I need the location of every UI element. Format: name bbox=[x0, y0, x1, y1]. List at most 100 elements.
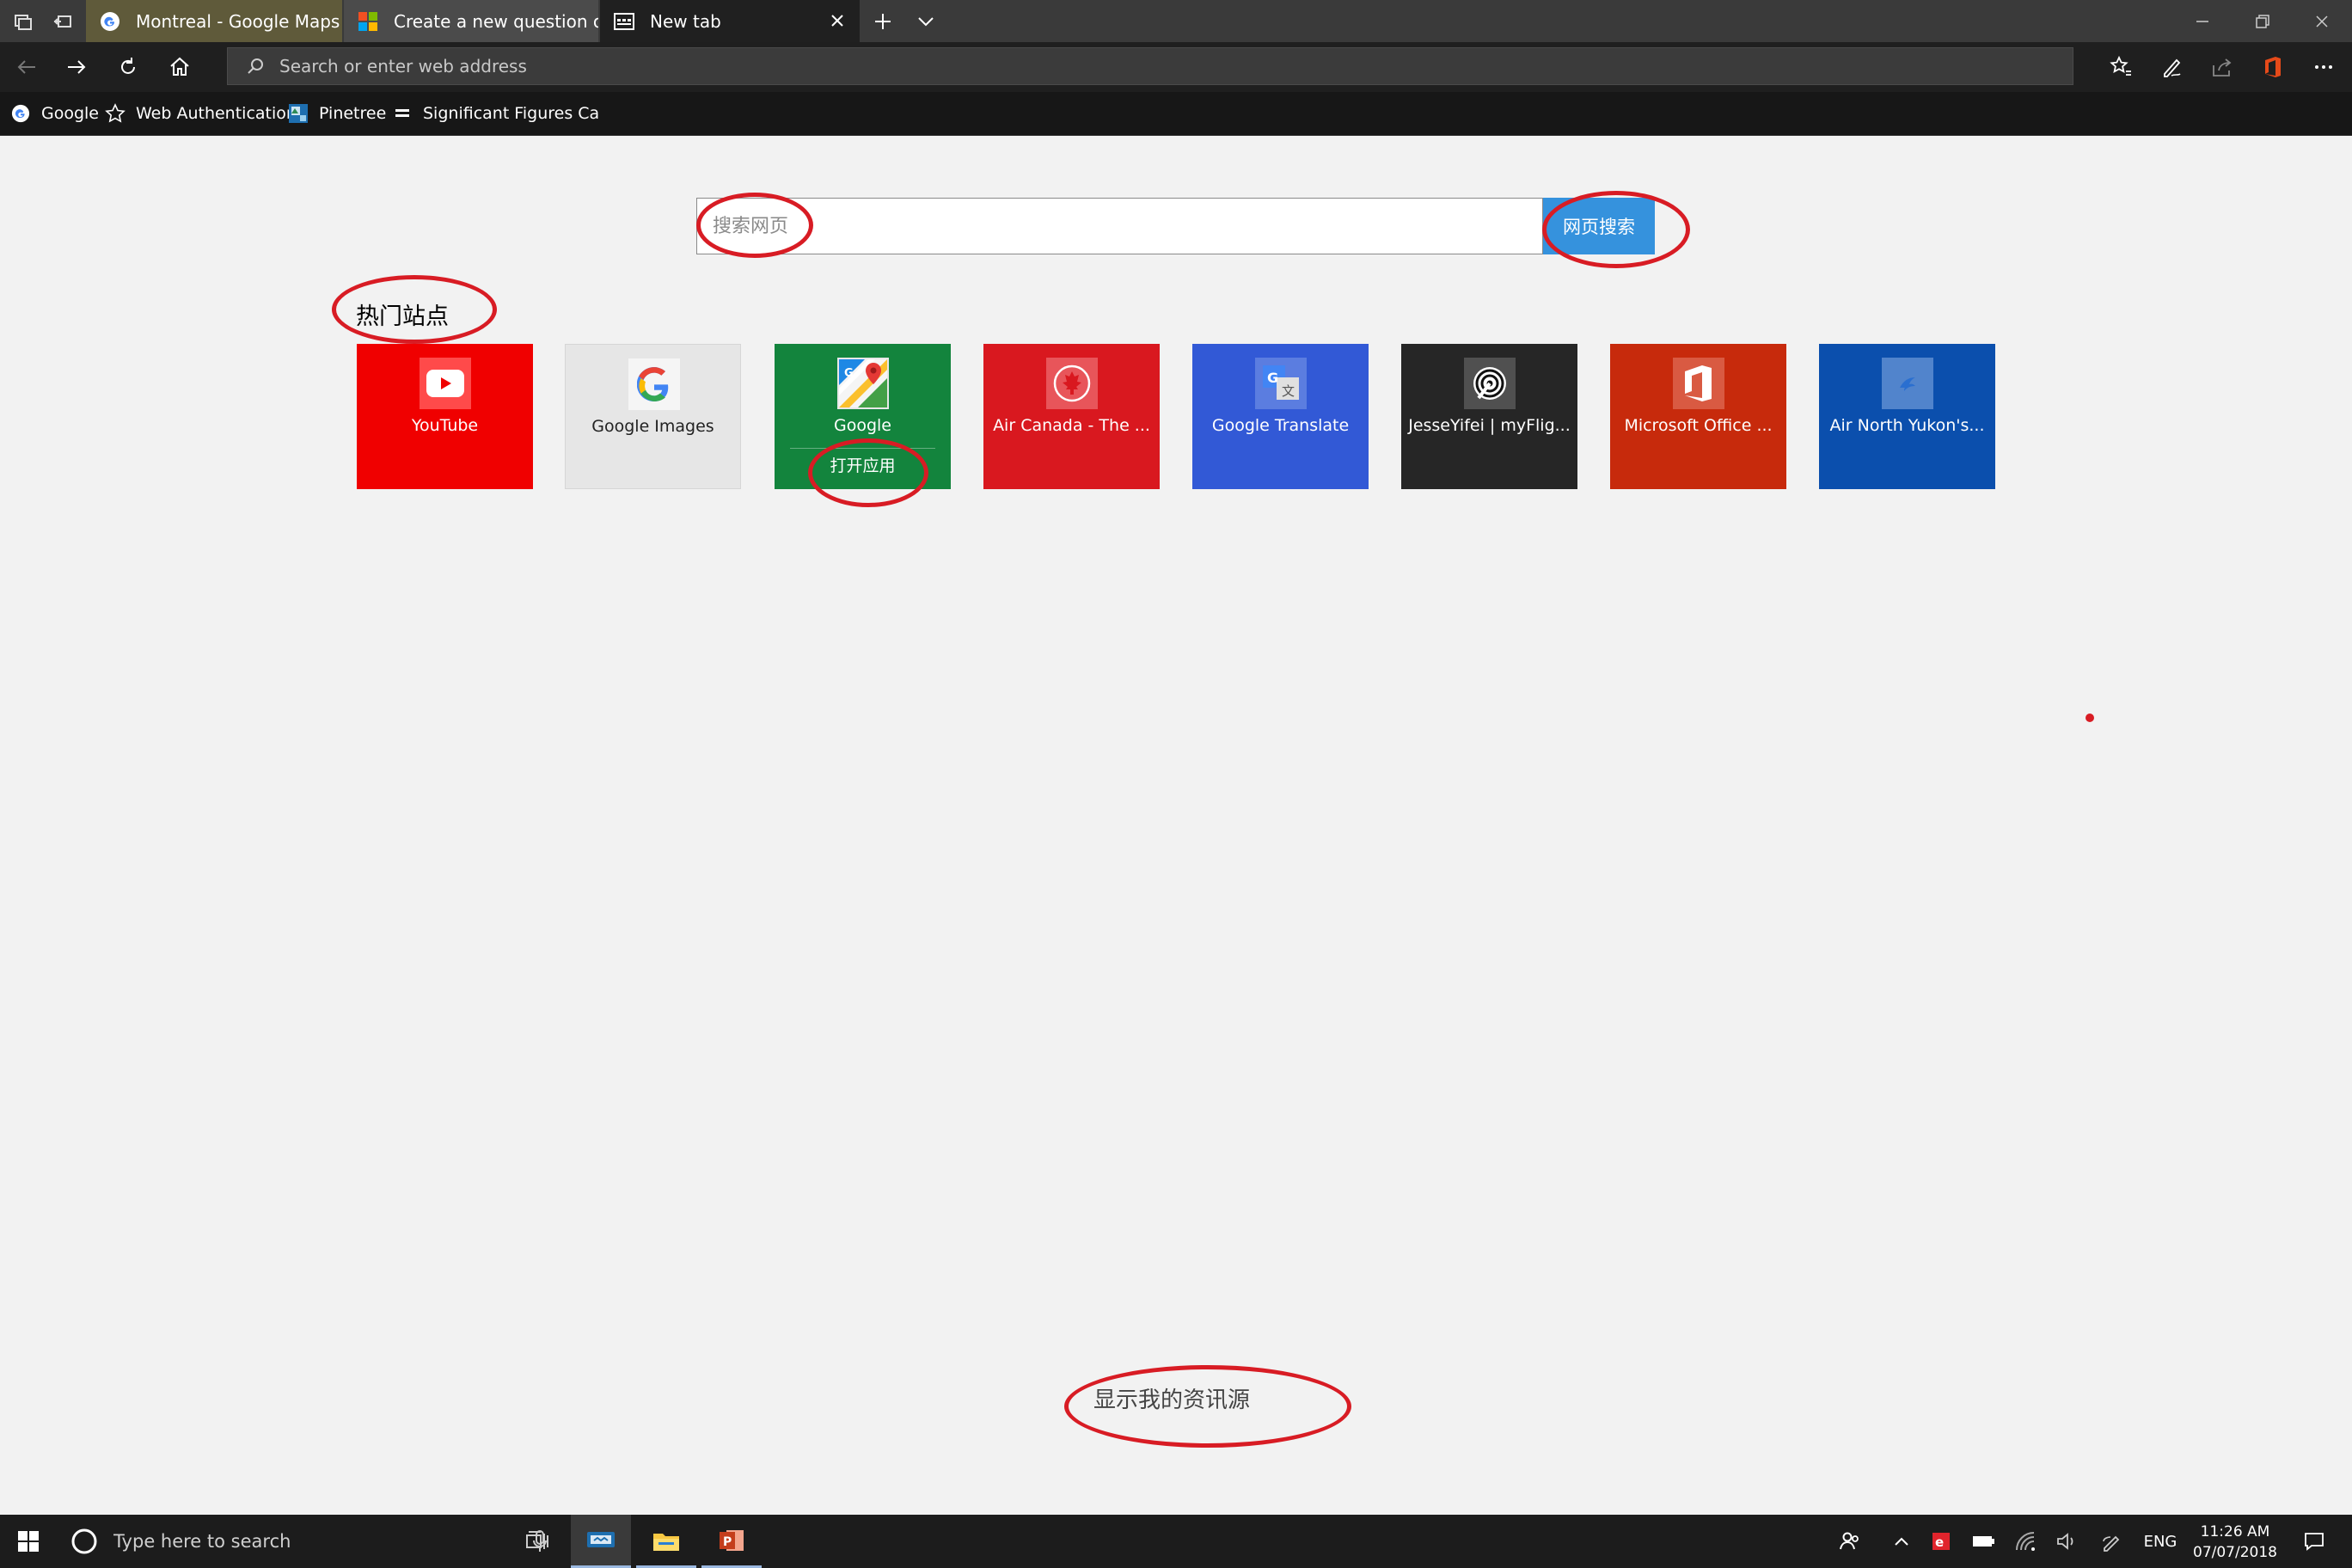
svg-text:文: 文 bbox=[1282, 383, 1295, 399]
office-extension-button[interactable] bbox=[2248, 42, 2298, 92]
annotation-circle-search-button bbox=[1542, 191, 1690, 268]
restore-button[interactable] bbox=[2233, 0, 2293, 42]
action-center-button[interactable] bbox=[2290, 1515, 2338, 1568]
top-site-label: Google Translate bbox=[1211, 416, 1350, 435]
spiral-icon bbox=[1464, 358, 1516, 409]
top-site-youtube[interactable]: YouTube bbox=[357, 344, 533, 489]
speaker-icon bbox=[2057, 1533, 2073, 1550]
share-button[interactable] bbox=[2197, 42, 2247, 92]
annotation-circle-news-feed bbox=[1064, 1365, 1351, 1448]
top-site-myflight[interactable]: JesseYifei | myFlig... bbox=[1401, 344, 1577, 489]
close-window-button[interactable] bbox=[2292, 0, 2352, 42]
bird-icon bbox=[1882, 358, 1933, 409]
google-maps-icon: G bbox=[837, 358, 889, 409]
arrow-left-icon bbox=[17, 60, 35, 74]
remote-desktop-icon bbox=[587, 1531, 615, 1547]
favorite-label: Google bbox=[41, 104, 100, 123]
new-tab-page-icon bbox=[614, 11, 634, 32]
tabs-aside-icon bbox=[53, 15, 71, 28]
taskbar-app-rdp[interactable] bbox=[571, 1515, 631, 1568]
office-icon bbox=[2265, 57, 2281, 77]
pen-workspace-button[interactable] bbox=[2092, 1515, 2130, 1568]
top-site-label: Air Canada - The ... bbox=[993, 416, 1150, 435]
forward-button[interactable] bbox=[52, 42, 101, 92]
tab-montreal-google-maps[interactable]: Montreal - Google Maps bbox=[86, 0, 342, 42]
minimize-button[interactable] bbox=[2172, 0, 2233, 42]
folder-icon bbox=[653, 1533, 679, 1551]
refresh-button[interactable] bbox=[103, 42, 153, 92]
favorites-button[interactable] bbox=[2096, 42, 2146, 92]
top-site-microsoft-office[interactable]: Microsoft Office ... bbox=[1610, 344, 1786, 489]
favorite-web-authentication[interactable]: Web Authentication bbox=[105, 92, 297, 135]
cortana-icon bbox=[69, 1526, 100, 1557]
top-site-label: YouTube bbox=[411, 416, 479, 435]
address-bar bbox=[227, 47, 2073, 85]
star-icon bbox=[105, 103, 126, 124]
favorite-significant-figures[interactable]: Significant Figures Ca bbox=[392, 92, 599, 135]
svg-text:P: P bbox=[723, 1535, 732, 1549]
tray-app-icon[interactable]: e bbox=[1924, 1515, 1958, 1568]
settings-more-button[interactable] bbox=[2299, 42, 2349, 92]
taskbar-search-input[interactable] bbox=[112, 1530, 523, 1553]
tab-preview-button[interactable] bbox=[903, 0, 949, 42]
taskbar: P e ENG 11:26 AM 07/07/2018 bbox=[0, 1515, 2352, 1568]
more-dots-icon bbox=[2315, 65, 2332, 69]
set-tabs-aside-button[interactable] bbox=[40, 0, 86, 42]
back-button[interactable] bbox=[2, 42, 52, 92]
office-icon bbox=[1673, 358, 1724, 409]
top-site-air-canada[interactable]: Air Canada - The ... bbox=[983, 344, 1160, 489]
clock-time: 11:26 AM bbox=[2200, 1523, 2270, 1540]
windows-logo-icon bbox=[18, 1531, 39, 1552]
annotation-circle-open-app bbox=[808, 438, 928, 507]
home-button[interactable] bbox=[155, 42, 205, 92]
close-tab-button[interactable] bbox=[827, 10, 848, 31]
top-site-label: JesseYifei | myFlig... bbox=[1408, 416, 1571, 435]
tab-new-tab[interactable]: New tab bbox=[600, 0, 860, 42]
show-hidden-icons-button[interactable] bbox=[1883, 1515, 1920, 1568]
arrow-right-icon bbox=[68, 60, 86, 74]
top-site-google-images[interactable]: Google Images bbox=[565, 344, 741, 489]
battery-button[interactable] bbox=[1964, 1515, 2002, 1568]
network-button[interactable] bbox=[2007, 1515, 2045, 1568]
tab-create-question[interactable]: Create a new question or st bbox=[344, 0, 598, 42]
favorite-google[interactable]: Google bbox=[10, 92, 99, 135]
youtube-icon bbox=[420, 358, 471, 409]
favorites-bar: Google Web Authentication Pinetree Signi… bbox=[0, 92, 2352, 136]
favorite-label: Pinetree bbox=[319, 104, 387, 123]
annotation-dot bbox=[2086, 714, 2094, 722]
web-search-box bbox=[696, 198, 1543, 254]
input-language[interactable]: ENG bbox=[2137, 1515, 2184, 1568]
red-app-icon: e bbox=[1932, 1533, 1950, 1550]
web-note-button[interactable] bbox=[2147, 42, 2196, 92]
svg-text:G: G bbox=[844, 367, 854, 380]
tab-label: New tab bbox=[650, 10, 721, 32]
top-site-google-translate[interactable]: G文 Google Translate bbox=[1192, 344, 1369, 489]
minimize-icon bbox=[2196, 20, 2208, 22]
people-button[interactable] bbox=[1831, 1515, 1869, 1568]
taskbar-app-powerpoint[interactable]: P bbox=[701, 1515, 762, 1568]
favorite-label: Web Authentication bbox=[136, 104, 297, 123]
navigation-bar bbox=[0, 42, 2352, 92]
taskbar-app-file-explorer[interactable] bbox=[636, 1515, 696, 1568]
top-site-label: Air North Yukon's... bbox=[1829, 416, 1985, 435]
start-button[interactable] bbox=[0, 1515, 57, 1568]
favorite-label: Significant Figures Ca bbox=[423, 104, 600, 123]
address-input[interactable] bbox=[278, 47, 2073, 85]
wifi-icon bbox=[2016, 1532, 2035, 1551]
tab-label: Create a new question or st bbox=[394, 10, 598, 32]
restore-icon bbox=[2256, 14, 2269, 28]
task-view-button[interactable] bbox=[512, 1515, 562, 1568]
top-site-label: Microsoft Office ... bbox=[1624, 416, 1773, 435]
favorite-pinetree[interactable]: Pinetree bbox=[288, 92, 386, 135]
top-site-label: Google Images bbox=[591, 417, 714, 436]
new-tab-button[interactable] bbox=[860, 0, 906, 42]
top-site-label: Google bbox=[833, 416, 891, 435]
system-clock[interactable]: 11:26 AM 07/07/2018 bbox=[2184, 1522, 2287, 1563]
battery-icon bbox=[1973, 1536, 1994, 1547]
close-icon bbox=[831, 15, 843, 27]
tab-stack-icon bbox=[15, 14, 32, 30]
volume-button[interactable] bbox=[2048, 1515, 2086, 1568]
top-site-air-north[interactable]: Air North Yukon's... bbox=[1819, 344, 1995, 489]
web-search-input[interactable] bbox=[697, 199, 1542, 254]
google-g-icon bbox=[10, 103, 31, 124]
